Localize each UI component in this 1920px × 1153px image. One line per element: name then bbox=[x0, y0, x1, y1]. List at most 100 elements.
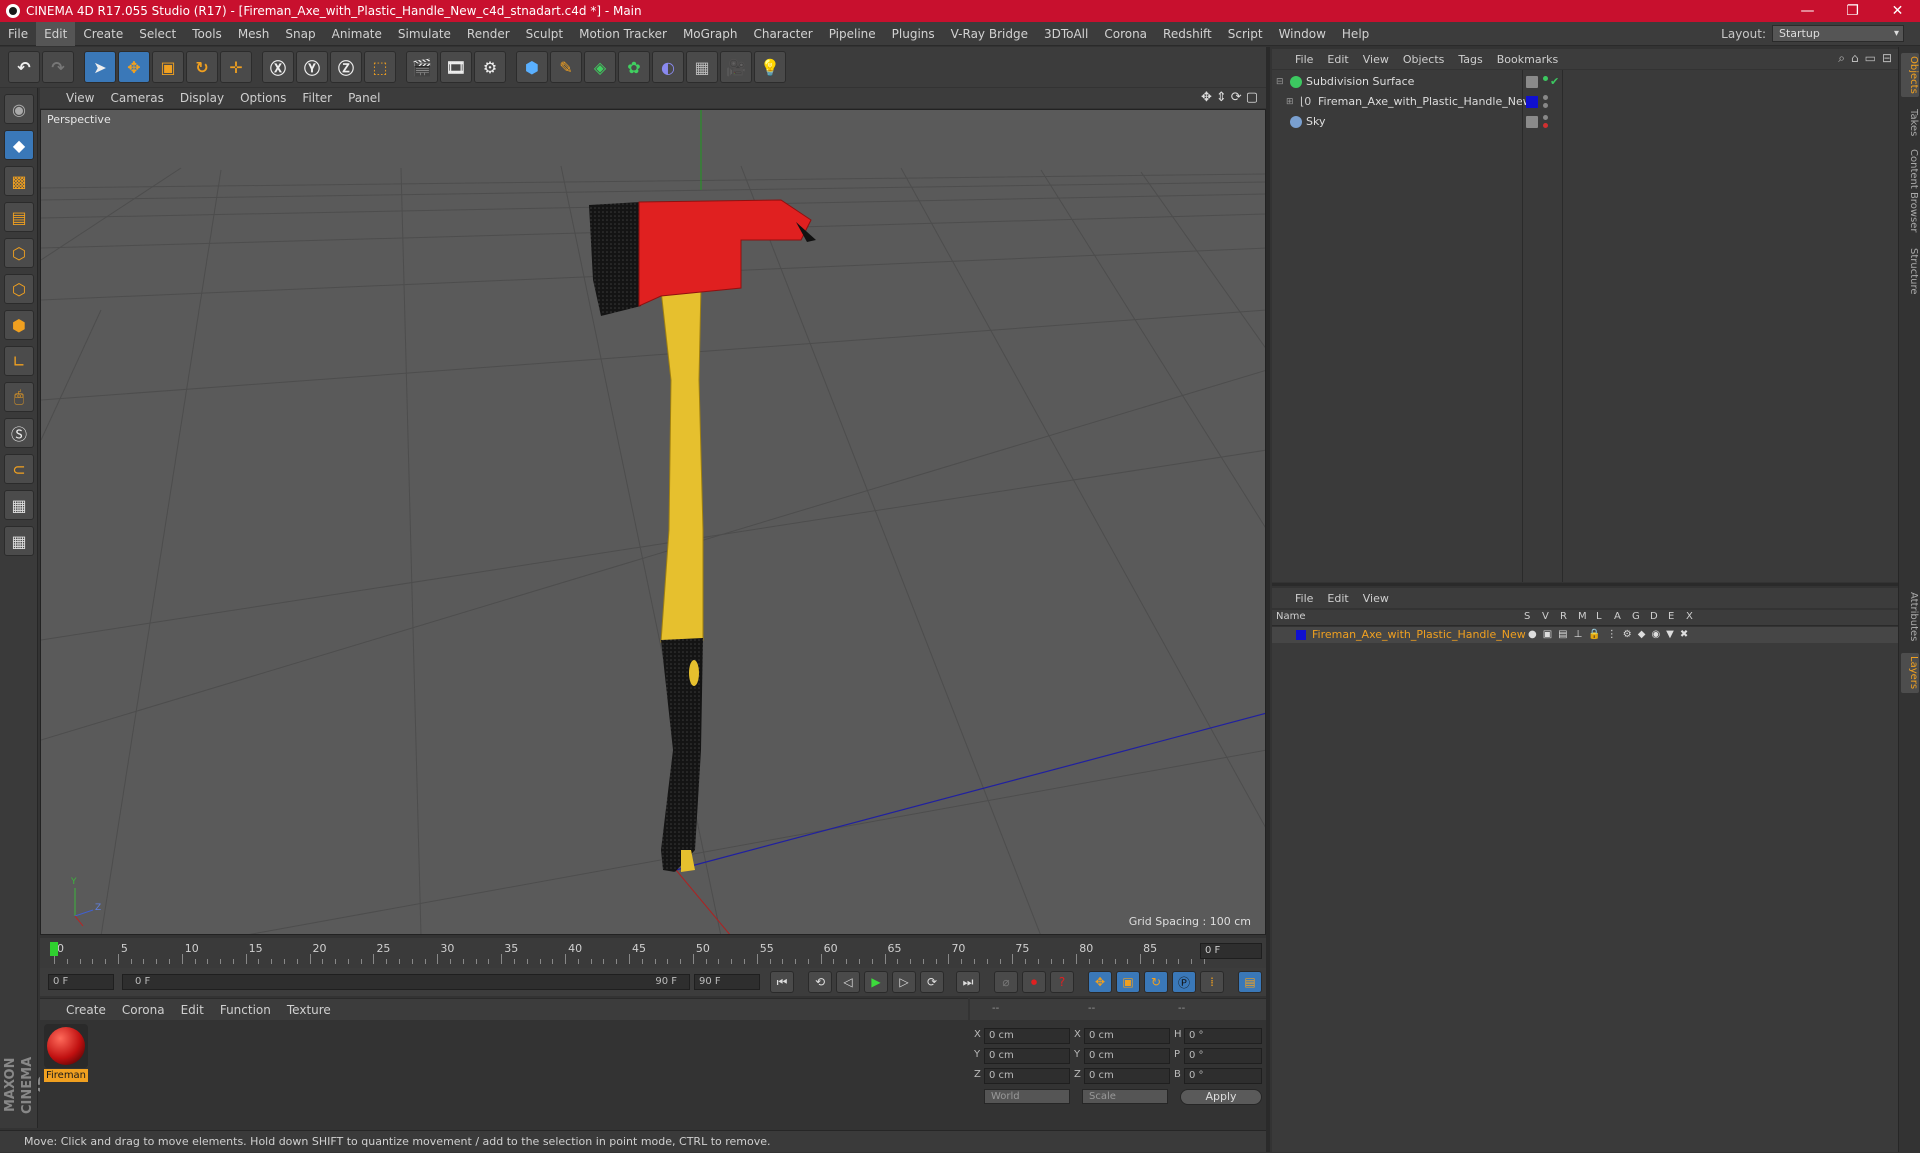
viewport-menu-options[interactable]: Options bbox=[232, 91, 294, 105]
menu-pipeline[interactable]: Pipeline bbox=[821, 22, 884, 46]
live-move-icon[interactable]: ✛ bbox=[220, 51, 252, 83]
layer-row[interactable]: Fireman_Axe_with_Plastic_Handle_New ●▣▤⊥… bbox=[1272, 627, 1898, 643]
column-name[interactable]: Name bbox=[1276, 611, 1306, 622]
render-dot[interactable] bbox=[1543, 76, 1548, 81]
object-row-sky[interactable]: Sky bbox=[1272, 112, 1898, 132]
menu-render[interactable]: Render bbox=[459, 22, 518, 46]
material-menu-texture[interactable]: Texture bbox=[279, 1003, 339, 1017]
tab-structure[interactable]: Structure bbox=[1901, 243, 1919, 299]
apply-button[interactable]: Apply bbox=[1180, 1089, 1262, 1105]
search-icon[interactable]: ⌕ bbox=[1838, 51, 1845, 66]
tab-attributes[interactable]: Attributes bbox=[1901, 587, 1919, 647]
cube-primitive-icon[interactable]: ⬢ bbox=[516, 51, 548, 83]
redo-icon[interactable]: ↷ bbox=[42, 51, 74, 83]
column-locked[interactable]: L bbox=[1596, 611, 1602, 622]
key-position-icon[interactable]: ✥ bbox=[1088, 971, 1112, 993]
menu-corona[interactable]: Corona bbox=[1096, 22, 1155, 46]
render-visibility-dot[interactable] bbox=[1543, 103, 1548, 108]
object-menu-bookmarks[interactable]: Bookmarks bbox=[1490, 53, 1565, 66]
column-deformers[interactable]: D bbox=[1650, 611, 1658, 622]
column-divider[interactable] bbox=[1522, 70, 1523, 582]
next-key-icon[interactable]: ⟳ bbox=[920, 971, 944, 993]
layer-menu-file[interactable]: File bbox=[1288, 592, 1320, 605]
menu-simulate[interactable]: Simulate bbox=[390, 22, 459, 46]
collapse-icon[interactable]: ⊟ bbox=[1276, 72, 1284, 92]
menu-3dtoall[interactable]: 3DToAll bbox=[1036, 22, 1096, 46]
light-icon[interactable]: 💡 bbox=[754, 51, 786, 83]
column-manager[interactable]: M bbox=[1578, 611, 1587, 622]
viewport-menu-view[interactable]: View bbox=[58, 91, 102, 105]
transform-mode-dropdown[interactable]: Scale bbox=[1082, 1089, 1168, 1104]
material-menu-function[interactable]: Function bbox=[212, 1003, 279, 1017]
menu-mograph[interactable]: MoGraph bbox=[675, 22, 746, 46]
render-visibility-dot[interactable] bbox=[1543, 123, 1548, 128]
keyframe-selection-icon[interactable]: ? bbox=[1050, 971, 1074, 993]
move-tool-icon[interactable]: ✥ bbox=[118, 51, 150, 83]
go-to-end-icon[interactable]: ⏭ bbox=[956, 971, 980, 993]
layer-color-swatch[interactable] bbox=[1296, 630, 1306, 640]
coordinate-system-icon[interactable]: ⬚ bbox=[364, 51, 396, 83]
next-frame-icon[interactable]: ▷ bbox=[892, 971, 916, 993]
column-visible[interactable]: V bbox=[1542, 611, 1549, 622]
rotation-p-field[interactable]: 0 ° bbox=[1184, 1048, 1262, 1064]
editor-visibility-dot[interactable] bbox=[1543, 95, 1548, 100]
scale-tool-icon[interactable]: ▣ bbox=[152, 51, 184, 83]
expand-icon[interactable]: ⊞ bbox=[1286, 92, 1294, 112]
key-parameter-icon[interactable]: Ⓟ bbox=[1172, 971, 1196, 993]
menu-script[interactable]: Script bbox=[1220, 22, 1271, 46]
spline-pen-icon[interactable]: ✎ bbox=[550, 51, 582, 83]
column-solo[interactable]: S bbox=[1524, 611, 1530, 622]
floor-icon[interactable]: ▦ bbox=[686, 51, 718, 83]
menu-motion-tracker[interactable]: Motion Tracker bbox=[571, 22, 675, 46]
close-button[interactable]: ✕ bbox=[1875, 0, 1920, 22]
column-animation[interactable]: A bbox=[1614, 611, 1621, 622]
menu-create[interactable]: Create bbox=[75, 22, 131, 46]
menu-animate[interactable]: Animate bbox=[324, 22, 390, 46]
size-y-field[interactable]: 0 cm bbox=[1084, 1048, 1170, 1064]
object-menu-edit[interactable]: Edit bbox=[1320, 53, 1355, 66]
viewport-menu-display[interactable]: Display bbox=[172, 91, 232, 105]
editor-visibility-dot[interactable] bbox=[1543, 115, 1548, 120]
playhead[interactable] bbox=[50, 942, 58, 956]
end-frame-field[interactable]: 90 F bbox=[694, 974, 760, 990]
object-menu-view[interactable]: View bbox=[1356, 53, 1396, 66]
workplane-icon[interactable]: ▤ bbox=[4, 202, 34, 232]
position-z-field[interactable]: 0 cm bbox=[984, 1068, 1070, 1084]
column-generators[interactable]: G bbox=[1632, 611, 1640, 622]
home-icon[interactable]: ⌂ bbox=[1851, 51, 1859, 66]
render-view-icon[interactable]: 🎬 bbox=[406, 51, 438, 83]
timeline-window-icon[interactable]: ▤ bbox=[1238, 971, 1262, 993]
size-z-field[interactable]: 0 cm bbox=[1084, 1068, 1170, 1084]
x-axis-lock-icon[interactable]: Ⓧ bbox=[262, 51, 294, 83]
menu-edit[interactable]: Edit bbox=[36, 21, 76, 46]
coordinate-mode-dropdown[interactable]: World bbox=[984, 1089, 1070, 1104]
menu-mesh[interactable]: Mesh bbox=[230, 22, 278, 46]
layout-dropdown[interactable]: Startup bbox=[1772, 25, 1904, 42]
menu-snap[interactable]: Snap bbox=[277, 22, 323, 46]
model-mode-icon[interactable]: ◆ bbox=[4, 130, 34, 160]
object-menu-objects[interactable]: Objects bbox=[1396, 53, 1452, 66]
rotation-h-field[interactable]: 0 ° bbox=[1184, 1028, 1262, 1044]
menu-tools[interactable]: Tools bbox=[184, 22, 230, 46]
position-y-field[interactable]: 0 cm bbox=[984, 1048, 1070, 1064]
object-row-fireman-axe[interactable]: ⊞ ⌊0 Fireman_Axe_with_Plastic_Handle_New bbox=[1272, 92, 1898, 112]
previous-frame-icon[interactable]: ◁ bbox=[836, 971, 860, 993]
material-menu-create[interactable]: Create bbox=[58, 1003, 114, 1017]
column-xref[interactable]: X bbox=[1686, 611, 1693, 622]
viewport-menu-filter[interactable]: Filter bbox=[294, 91, 340, 105]
snap-magnet-icon[interactable]: ⊂ bbox=[4, 454, 34, 484]
tab-layers[interactable]: Layers bbox=[1901, 653, 1919, 693]
perspective-viewport[interactable]: Y Z Perspective Grid Spacing : 100 cm bbox=[40, 109, 1266, 935]
column-render[interactable]: R bbox=[1560, 611, 1567, 622]
menu-select[interactable]: Select bbox=[131, 22, 184, 46]
layer-menu-edit[interactable]: Edit bbox=[1320, 592, 1355, 605]
material-menu-edit[interactable]: Edit bbox=[173, 1003, 212, 1017]
grid-snap-icon[interactable]: ▦ bbox=[4, 526, 34, 556]
key-pla-icon[interactable]: ⁞ bbox=[1200, 971, 1224, 993]
tab-takes[interactable]: Takes bbox=[1901, 105, 1919, 141]
frame-range-slider[interactable]: 0 F 90 F bbox=[122, 974, 690, 990]
previous-key-icon[interactable]: ⟲ bbox=[808, 971, 832, 993]
enabled-checkmark-icon[interactable]: ✔ bbox=[1550, 72, 1559, 92]
layer-color-swatch[interactable] bbox=[1526, 96, 1538, 108]
undo-icon[interactable]: ↶ bbox=[8, 51, 40, 83]
